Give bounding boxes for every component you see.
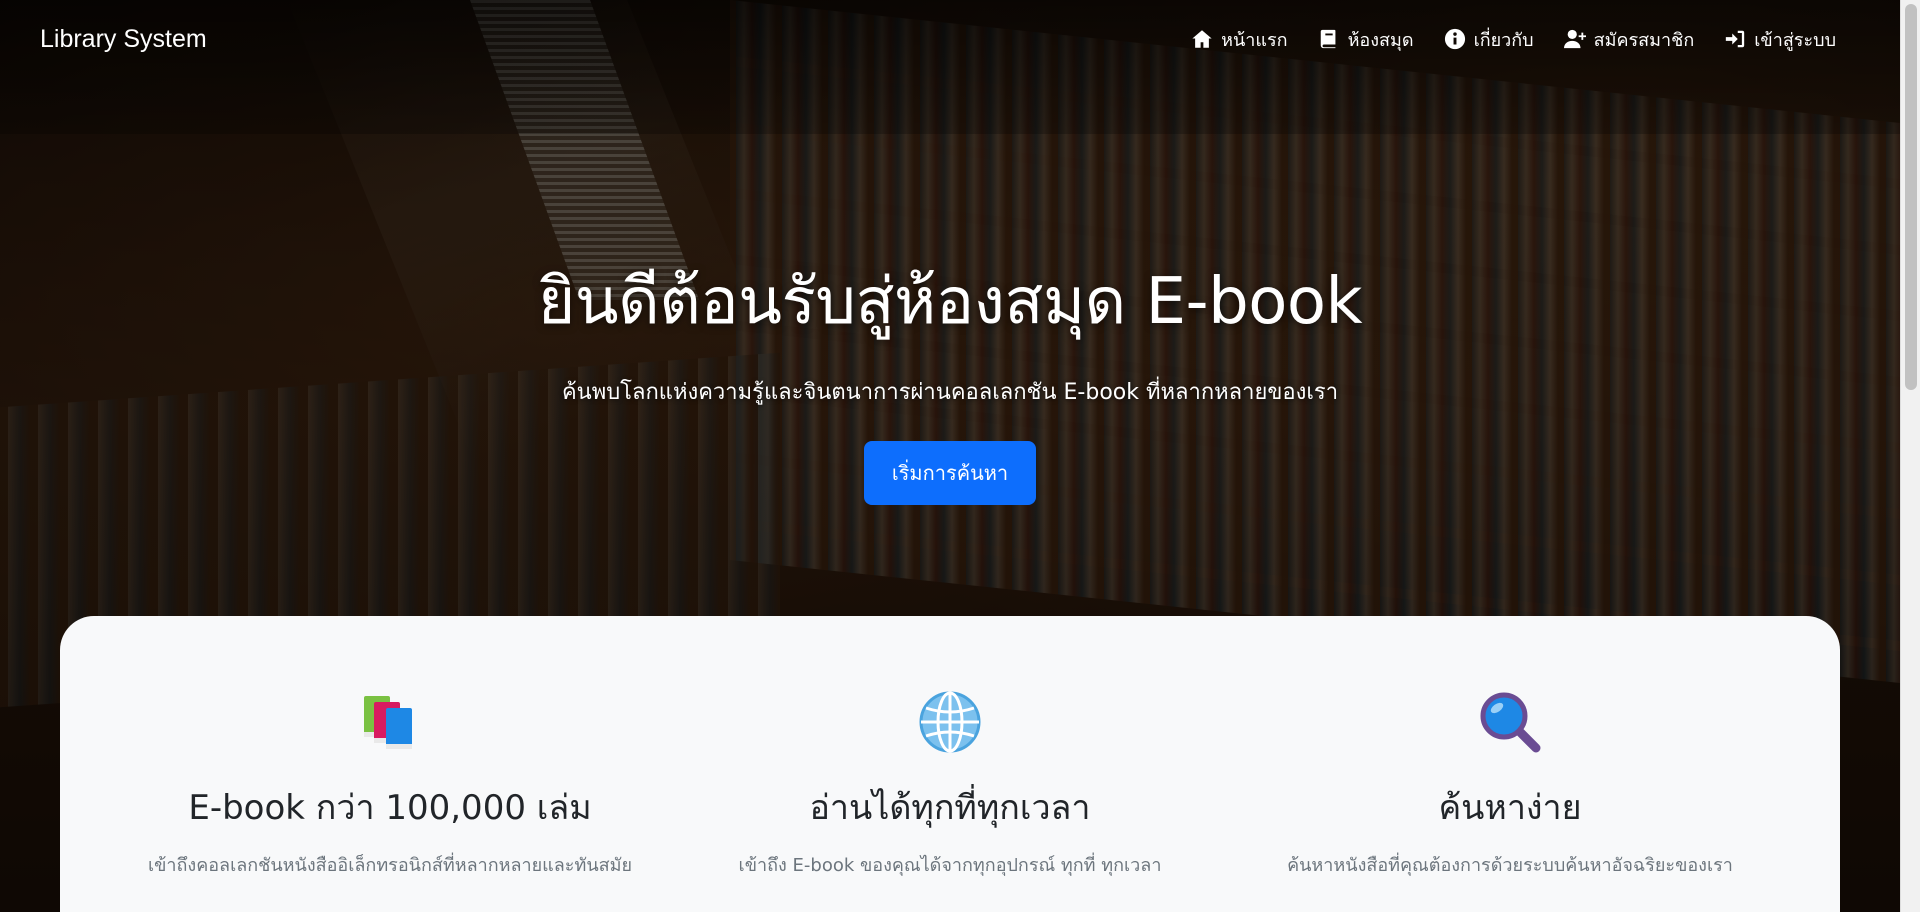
book-icon <box>1320 29 1335 49</box>
feature-item: E-book กว่า 100,000 เล่ม เข้าถึงคอลเลกชั… <box>110 690 670 879</box>
nav-link-library[interactable]: ห้องสมุด <box>1318 25 1414 54</box>
nav-link-login[interactable]: เข้าสู่ระบบ <box>1724 25 1836 54</box>
nav-link-label: หน้าแรก <box>1221 29 1288 51</box>
page-scrollbar[interactable] <box>1900 0 1920 912</box>
start-search-button[interactable]: เริ่มการค้นหา <box>864 441 1036 505</box>
nav-links: หน้าแรก ห้องสมุด เกี่ยวกับ สมัครสมาชิก เ… <box>1161 25 1836 54</box>
books-icon <box>364 696 412 749</box>
feature-desc: ค้นหาหนังสือที่คุณต้องการด้วยระบบค้นหาอั… <box>1287 855 1733 876</box>
user-plus-icon <box>1563 29 1586 49</box>
magnifier-icon <box>1480 692 1541 753</box>
globe-icon <box>919 691 981 753</box>
hero-title: ยินดีต้อนรับสู่ห้องสมุด E-book <box>537 265 1363 339</box>
hero-subtitle: ค้นพบโลกแห่งความรู้และจินตนาการผ่านคอลเล… <box>561 380 1339 405</box>
nav-link-label: สมัครสมาชิก <box>1593 29 1695 51</box>
nav-link-about[interactable]: เกี่ยวกับ <box>1444 25 1534 54</box>
nav-link-home[interactable]: หน้าแรก <box>1191 25 1288 54</box>
navbar: Library System หน้าแรก ห้องสมุด เกี่ยวกั… <box>0 0 1900 134</box>
features-card: E-book กว่า 100,000 เล่ม เข้าถึงคอลเลกชั… <box>60 616 1840 912</box>
scrollbar-thumb[interactable] <box>1905 4 1917 390</box>
feature-item: ค้นหาง่าย ค้นหาหนังสือที่คุณต้องการด้วยร… <box>1230 690 1790 879</box>
nav-link-label: ห้องสมุด <box>1347 29 1414 51</box>
navbar-inner: Library System หน้าแรก ห้องสมุด เกี่ยวกั… <box>40 22 1836 56</box>
nav-link-label: เกี่ยวกับ <box>1473 29 1534 51</box>
feature-desc: เข้าถึง E-book ของคุณได้จากทุกอุปกรณ์ ทุ… <box>738 855 1162 876</box>
nav-link-label: เข้าสู่ระบบ <box>1754 29 1836 51</box>
feature-title: E-book กว่า 100,000 เล่ม <box>188 788 592 828</box>
hero-section: ยินดีต้อนรับสู่ห้องสมุด E-book ค้นพบโลกแ… <box>0 250 1900 505</box>
home-icon <box>1192 30 1212 48</box>
feature-desc: เข้าถึงคอลเลกชันหนังสืออิเล็กทรอนิกส์ที่… <box>147 855 633 876</box>
feature-title: อ่านได้ทุกที่ทุกเวลา <box>809 788 1091 828</box>
info-icon <box>1444 28 1465 50</box>
brand-link[interactable]: Library System <box>40 25 207 54</box>
nav-link-register[interactable]: สมัครสมาชิก <box>1563 25 1695 54</box>
feature-item: อ่านได้ทุกที่ทุกเวลา เข้าถึง E-book ของค… <box>670 690 1230 879</box>
sign-in-icon <box>1726 30 1745 48</box>
feature-title: ค้นหาง่าย <box>1438 788 1582 828</box>
